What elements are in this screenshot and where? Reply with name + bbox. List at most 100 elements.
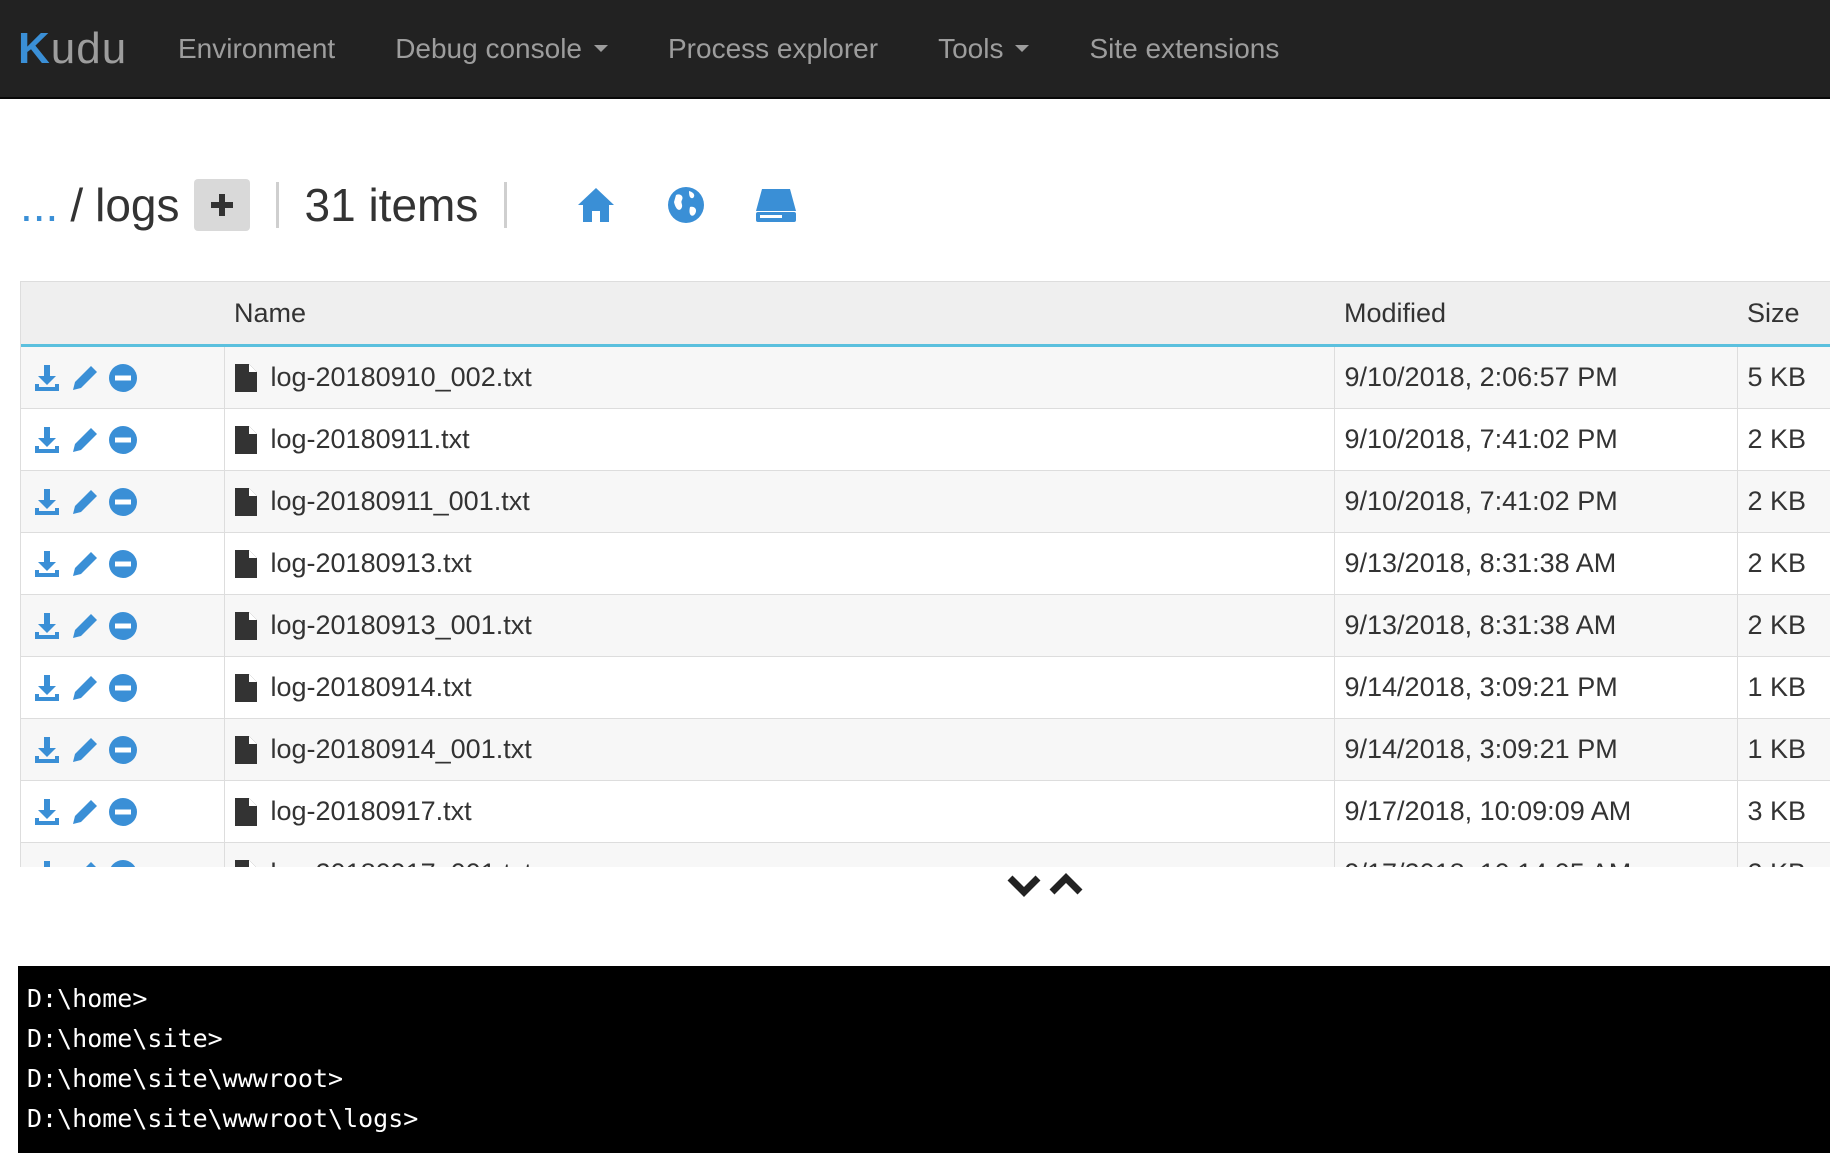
- divider: [275, 182, 279, 228]
- file-table-container[interactable]: Name Modified Size log-20180910_002.txt 9…: [20, 281, 1830, 867]
- cell-name[interactable]: log-20180911.txt: [224, 408, 1335, 471]
- nav-process-explorer[interactable]: Process explorer: [668, 33, 878, 65]
- console-line: D:\home\site\wwwroot>: [27, 1064, 344, 1093]
- cell-size: 2 KB: [1737, 470, 1830, 533]
- file-name[interactable]: log-20180913.txt: [271, 548, 472, 579]
- pencil-icon: [73, 675, 97, 700]
- file-icon: [234, 363, 257, 392]
- download-icon: [35, 426, 59, 453]
- file-name[interactable]: log-20180910_002.txt: [271, 362, 532, 393]
- cell-name[interactable]: log-20180913_001.txt: [224, 594, 1335, 657]
- delete-button[interactable]: [107, 424, 139, 456]
- edit-button[interactable]: [69, 610, 101, 642]
- edit-button[interactable]: [69, 796, 101, 828]
- file-name[interactable]: log-20180917.txt: [271, 796, 472, 827]
- cell-name[interactable]: log-20180913.txt: [224, 532, 1335, 595]
- add-item-button[interactable]: [193, 179, 250, 231]
- delete-button[interactable]: [107, 734, 139, 766]
- header-modified[interactable]: Modified: [1334, 282, 1737, 347]
- delete-button[interactable]: [107, 672, 139, 704]
- cell-modified: 9/10/2018, 7:41:02 PM: [1334, 408, 1738, 471]
- home-icon: [578, 188, 615, 222]
- divider: [504, 182, 508, 228]
- file-name[interactable]: log-20180913_001.txt: [271, 610, 532, 641]
- pane-resize-toggle[interactable]: [1000, 865, 1090, 905]
- download-button[interactable]: [31, 734, 63, 766]
- download-icon: [35, 674, 59, 701]
- nav-tools[interactable]: Tools: [938, 33, 1030, 65]
- globe-button[interactable]: [659, 178, 713, 232]
- breadcrumb-toolbar: ... / logs 31 items: [20, 170, 803, 240]
- row-actions: [21, 842, 225, 867]
- download-button[interactable]: [31, 548, 63, 580]
- download-button[interactable]: [31, 672, 63, 704]
- download-button[interactable]: [31, 858, 63, 867]
- file-table: Name Modified Size log-20180910_002.txt 9…: [21, 282, 1830, 867]
- edit-button[interactable]: [69, 424, 101, 456]
- cell-name[interactable]: log-20180917.txt: [224, 780, 1335, 843]
- file-icon: [234, 735, 257, 764]
- edit-button[interactable]: [69, 486, 101, 518]
- cell-name[interactable]: log-20180914_001.txt: [224, 718, 1335, 781]
- file-icon: [234, 797, 257, 826]
- edit-button[interactable]: [69, 362, 101, 394]
- cell-name[interactable]: log-20180911_001.txt: [224, 470, 1335, 533]
- delete-button[interactable]: [107, 858, 139, 867]
- file-name[interactable]: log-20180914_001.txt: [271, 734, 532, 765]
- cell-modified: 9/14/2018, 3:09:21 PM: [1334, 656, 1738, 719]
- debug-console-output[interactable]: D:\home> D:\home\site> D:\home\site\wwwr…: [18, 966, 1830, 1153]
- row-actions: [21, 780, 225, 843]
- file-name[interactable]: log-20180914.txt: [271, 672, 472, 703]
- top-navbar: Kudu Environment Debug console Process e…: [0, 0, 1830, 99]
- breadcrumb-parent-link[interactable]: ...: [20, 178, 58, 232]
- edit-button[interactable]: [69, 858, 101, 867]
- download-button[interactable]: [31, 796, 63, 828]
- cell-size: 1 KB: [1737, 718, 1830, 781]
- delete-button[interactable]: [107, 796, 139, 828]
- download-button[interactable]: [31, 424, 63, 456]
- delete-button[interactable]: [107, 610, 139, 642]
- file-name[interactable]: log-20180917_001.txt: [271, 858, 532, 867]
- cell-name[interactable]: log-20180917_001.txt: [224, 842, 1335, 867]
- cell-size: 2 KB: [1737, 408, 1830, 471]
- download-button[interactable]: [31, 486, 63, 518]
- globe-icon: [668, 187, 705, 223]
- table-row: log-20180917_001.txt 9/17/2018, 10:14:05 …: [21, 842, 1830, 867]
- nav-environment[interactable]: Environment: [178, 33, 335, 65]
- row-actions: [21, 470, 225, 533]
- logo-k: K: [18, 23, 51, 73]
- header-size[interactable]: Size: [1737, 282, 1830, 347]
- logo-text: udu: [50, 23, 128, 73]
- kudu-logo[interactable]: Kudu: [18, 24, 138, 74]
- cell-size: 2 KB: [1737, 842, 1830, 867]
- delete-button[interactable]: [107, 362, 139, 394]
- home-button[interactable]: [569, 178, 623, 232]
- table-row: log-20180917.txt 9/17/2018, 10:09:09 AM 3 …: [21, 780, 1830, 843]
- download-button[interactable]: [31, 362, 63, 394]
- table-row: log-20180913.txt 9/13/2018, 8:31:38 AM 2 K…: [21, 532, 1830, 595]
- table-row: log-20180914_001.txt 9/14/2018, 3:09:21 P…: [21, 718, 1830, 781]
- nav-site-extensions[interactable]: Site extensions: [1089, 33, 1279, 65]
- edit-button[interactable]: [69, 734, 101, 766]
- file-name[interactable]: log-20180911.txt: [271, 424, 470, 455]
- delete-button[interactable]: [107, 486, 139, 518]
- cell-modified: 9/10/2018, 2:06:57 PM: [1334, 345, 1738, 409]
- nav-debug-console[interactable]: Debug console: [395, 33, 608, 65]
- pencil-icon: [73, 799, 97, 824]
- delete-button[interactable]: [107, 548, 139, 580]
- download-button[interactable]: [31, 610, 63, 642]
- cell-size: 3 KB: [1737, 780, 1830, 843]
- chevron-up-icon[interactable]: [1048, 872, 1084, 898]
- edit-button[interactable]: [69, 548, 101, 580]
- header-name[interactable]: Name: [224, 282, 1334, 347]
- chevron-down-icon[interactable]: [1006, 872, 1042, 898]
- cell-name[interactable]: log-20180914.txt: [224, 656, 1335, 719]
- row-actions: [21, 594, 225, 657]
- cell-name[interactable]: log-20180910_002.txt: [224, 345, 1335, 409]
- pencil-icon: [73, 489, 97, 514]
- file-name[interactable]: log-20180911_001.txt: [271, 486, 530, 517]
- drive-button[interactable]: [749, 178, 803, 232]
- table-header-row: Name Modified Size: [21, 282, 1830, 347]
- edit-button[interactable]: [69, 672, 101, 704]
- console-line: D:\home>: [27, 984, 148, 1013]
